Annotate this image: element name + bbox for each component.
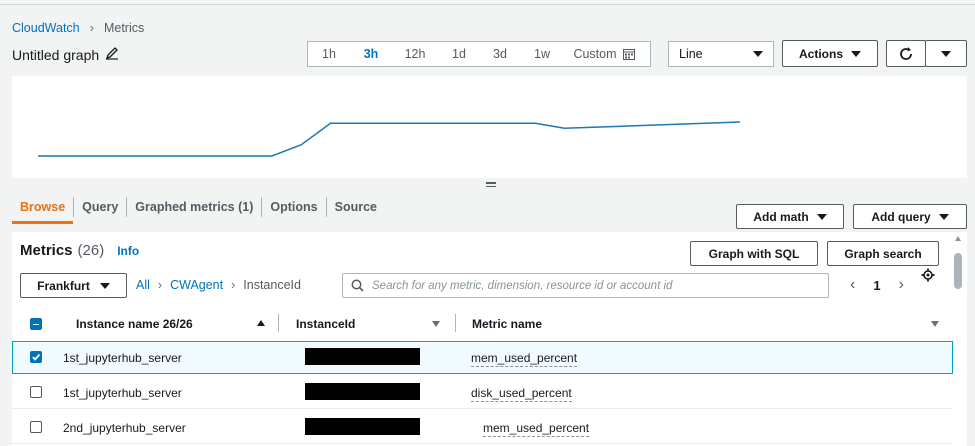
- info-link[interactable]: Info: [117, 244, 139, 258]
- resize-handle[interactable]: [486, 182, 496, 187]
- line-chart: [38, 121, 741, 157]
- caret-down-icon: [753, 51, 763, 57]
- tab-options[interactable]: Options: [262, 190, 325, 224]
- table-row[interactable]: 1st_jupyterhub_server mem_used_percent: [12, 341, 953, 374]
- nav-namespace-link[interactable]: CWAgent: [170, 278, 223, 292]
- settings-gear-icon[interactable]: [921, 268, 935, 285]
- col-header-instanceid[interactable]: InstanceId: [296, 317, 355, 331]
- instance-name-cell: 1st_jupyterhub_server: [63, 351, 182, 365]
- instance-name-cell: 2nd_jupyterhub_server: [63, 421, 186, 435]
- nav-dimension: InstanceId: [243, 278, 301, 292]
- breadcrumb-current: Metrics: [103, 20, 145, 35]
- redacted-instance-id: [305, 383, 420, 400]
- row-checkbox[interactable]: [30, 386, 42, 398]
- scrollbar[interactable]: [953, 236, 963, 442]
- tab-query[interactable]: Query: [74, 190, 126, 224]
- nav-all-link[interactable]: All: [136, 278, 150, 292]
- caret-down-icon: [938, 213, 949, 220]
- chart-type-value: Line: [679, 47, 703, 61]
- add-math-button[interactable]: Add math: [736, 204, 844, 229]
- graph-with-sql-button[interactable]: Graph with SQL: [690, 241, 818, 266]
- metrics-count: (26): [77, 242, 105, 259]
- sort-icon[interactable]: [432, 321, 440, 327]
- tab-source[interactable]: Source: [327, 190, 385, 224]
- col-header-instance-name[interactable]: Instance name 26/26: [76, 317, 193, 331]
- redacted-instance-id: [305, 348, 420, 365]
- refresh-icon: [900, 46, 912, 60]
- breadcrumb: CloudWatch › Metrics: [12, 20, 144, 35]
- sort-ascending-icon[interactable]: [257, 320, 265, 326]
- table-row[interactable]: 2nd_jupyterhub_server mem_used_percent: [12, 411, 953, 444]
- row-checkbox[interactable]: [30, 421, 42, 433]
- refresh-button[interactable]: [886, 40, 926, 67]
- add-math-label: Add math: [753, 209, 809, 224]
- chevron-right-icon[interactable]: ›: [899, 276, 904, 294]
- chevron-right-icon: ›: [231, 278, 236, 292]
- caret-down-icon: [851, 50, 861, 57]
- series-line: [38, 121, 741, 157]
- caret-down-icon: [99, 282, 110, 289]
- time-range-12h[interactable]: 12h: [392, 47, 438, 61]
- add-query-button[interactable]: Add query: [853, 204, 967, 229]
- metric-name-cell[interactable]: mem_used_percent: [471, 351, 578, 367]
- time-range-3d[interactable]: 3d: [480, 47, 520, 61]
- page-number[interactable]: 1: [873, 278, 880, 293]
- col-header-metric-name[interactable]: Metric name: [472, 317, 542, 331]
- column-divider[interactable]: [455, 314, 456, 332]
- time-range-1h[interactable]: 1h: [308, 47, 350, 61]
- top-border: [0, 4, 975, 5]
- graph-title-area: Untitled graph: [12, 46, 119, 63]
- namespace-breadcrumb: All › CWAgent › InstanceId: [136, 278, 301, 292]
- graph-area: [12, 76, 967, 178]
- caret-down-icon: [941, 50, 951, 57]
- search-placeholder: Search for any metric, dimension, resour…: [372, 279, 673, 292]
- instance-name-cell: 1st_jupyterhub_server: [63, 386, 182, 400]
- add-query-label: Add query: [871, 209, 931, 224]
- page-title: Untitled graph: [12, 46, 100, 63]
- pagination: ‹ 1 ›: [850, 276, 904, 294]
- region-value: Frankfurt: [37, 278, 90, 293]
- search-icon: [351, 279, 364, 292]
- redacted-instance-id: [305, 418, 420, 435]
- sort-icon[interactable]: [931, 321, 939, 327]
- chevron-right-icon: ›: [89, 20, 94, 35]
- table-row[interactable]: 1st_jupyterhub_server disk_used_percent: [12, 376, 953, 409]
- tab-browse[interactable]: Browse: [12, 190, 74, 224]
- time-range-1d[interactable]: 1d: [438, 47, 480, 61]
- tab-list: Browse Query Graphed metrics (1) Options…: [12, 190, 385, 224]
- caret-down-icon: [816, 213, 827, 220]
- tab-graphed-metrics[interactable]: Graphed metrics (1): [127, 190, 261, 224]
- row-checkbox[interactable]: [30, 351, 42, 363]
- actions-label: Actions: [798, 46, 843, 61]
- metrics-header: Metrics (26) Info: [20, 242, 139, 259]
- time-range-selector: 1h 3h 12h 1d 3d 1w Custom: [307, 41, 651, 67]
- select-all-checkbox[interactable]: [30, 318, 42, 330]
- edit-pencil-icon[interactable]: [105, 46, 119, 63]
- refresh-options-dropdown[interactable]: [925, 40, 967, 67]
- time-range-custom-label: Custom: [573, 47, 617, 61]
- chevron-right-icon: ›: [157, 278, 163, 292]
- region-select[interactable]: Frankfurt: [20, 273, 127, 298]
- metrics-panel: Metrics (26) Info Graph with SQL Graph s…: [12, 232, 967, 446]
- time-range-3h[interactable]: 3h: [350, 47, 392, 61]
- chevron-left-icon[interactable]: ‹: [850, 276, 855, 294]
- time-range-1w[interactable]: 1w: [520, 47, 564, 61]
- metric-name-cell[interactable]: disk_used_percent: [471, 386, 572, 402]
- time-range-custom[interactable]: Custom: [564, 47, 644, 61]
- breadcrumb-cloudwatch-link[interactable]: CloudWatch: [12, 21, 80, 35]
- search-box[interactable]: Search for any metric, dimension, resour…: [342, 273, 829, 298]
- metrics-title: Metrics: [20, 242, 73, 259]
- chart-type-select[interactable]: Line: [668, 41, 774, 67]
- metric-name-cell[interactable]: mem_used_percent: [483, 421, 590, 437]
- graph-search-button[interactable]: Graph search: [827, 241, 939, 266]
- column-divider[interactable]: [278, 314, 279, 332]
- calendar-icon: [622, 49, 635, 60]
- actions-button[interactable]: Actions: [782, 40, 878, 67]
